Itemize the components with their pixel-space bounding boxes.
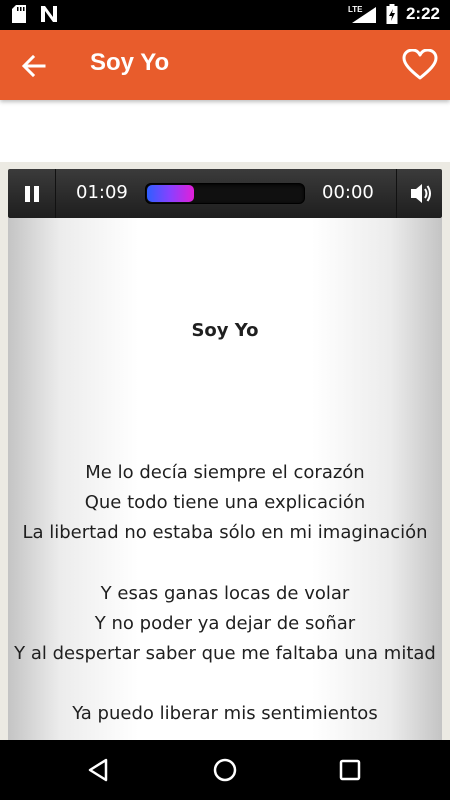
app-bar: Soy Yo bbox=[0, 30, 450, 100]
status-time: 2:22 bbox=[405, 4, 440, 23]
back-button[interactable] bbox=[18, 50, 50, 82]
pause-button[interactable] bbox=[8, 169, 56, 218]
heart-outline-icon bbox=[402, 48, 438, 80]
battery-icon bbox=[386, 4, 398, 24]
network-type-label: LTE bbox=[348, 5, 363, 14]
arrow-left-icon bbox=[21, 54, 46, 78]
lyric-line: Ya puedo liberar mis sentimientos bbox=[72, 703, 378, 724]
back-triangle-icon bbox=[88, 758, 108, 782]
current-time: 01:09 bbox=[76, 182, 128, 203]
volume-icon bbox=[411, 184, 431, 203]
favorite-button[interactable] bbox=[402, 48, 438, 81]
lyric-line: Y esas ganas locas de volar bbox=[100, 583, 350, 604]
audio-player: 01:09 00:00 bbox=[8, 169, 442, 218]
n-notification-icon bbox=[41, 6, 57, 22]
nav-home-button[interactable] bbox=[210, 755, 240, 785]
signal-icon: LTE bbox=[348, 5, 376, 23]
nav-recents-button[interactable] bbox=[335, 755, 365, 785]
lyric-line: Y no poder ya dejar de soñar bbox=[94, 613, 356, 634]
recents-square-icon bbox=[339, 759, 361, 781]
lyrics-panel[interactable]: Soy Yo Me lo decía siempre el corazón Qu… bbox=[8, 218, 442, 740]
total-time: 00:00 bbox=[322, 182, 374, 203]
lyric-line: La libertad no estaba sólo en mi imagina… bbox=[22, 522, 428, 543]
lyrics-stanza: Ya puedo liberar mis sentimientos bbox=[8, 699, 442, 729]
navigation-bar bbox=[0, 740, 450, 800]
lyric-line: Que todo tiene una explicación bbox=[84, 492, 366, 513]
status-bar: LTE 2:22 bbox=[0, 0, 450, 30]
progress-bar[interactable] bbox=[145, 183, 305, 204]
pause-icon-bar bbox=[34, 186, 39, 202]
home-circle-icon bbox=[213, 758, 237, 782]
sd-card-icon bbox=[12, 5, 26, 23]
lyric-line: Me lo decía siempre el corazón bbox=[85, 462, 365, 483]
volume-button[interactable] bbox=[396, 169, 442, 218]
lyric-line: Y al despertar saber que me faltaba una … bbox=[14, 643, 436, 664]
lyrics-stanza: Me lo decía siempre el corazón Que todo … bbox=[8, 458, 442, 548]
nav-back-button[interactable] bbox=[84, 755, 114, 785]
status-left-icons bbox=[12, 5, 58, 23]
page-title: Soy Yo bbox=[90, 49, 170, 76]
lyrics-stanza: Y esas ganas locas de volar Y no poder y… bbox=[8, 579, 442, 669]
status-right-icons: LTE 2:22 bbox=[348, 4, 440, 24]
progress-fill bbox=[147, 185, 195, 202]
pause-icon bbox=[25, 186, 30, 202]
lyrics-title: Soy Yo bbox=[191, 320, 259, 341]
